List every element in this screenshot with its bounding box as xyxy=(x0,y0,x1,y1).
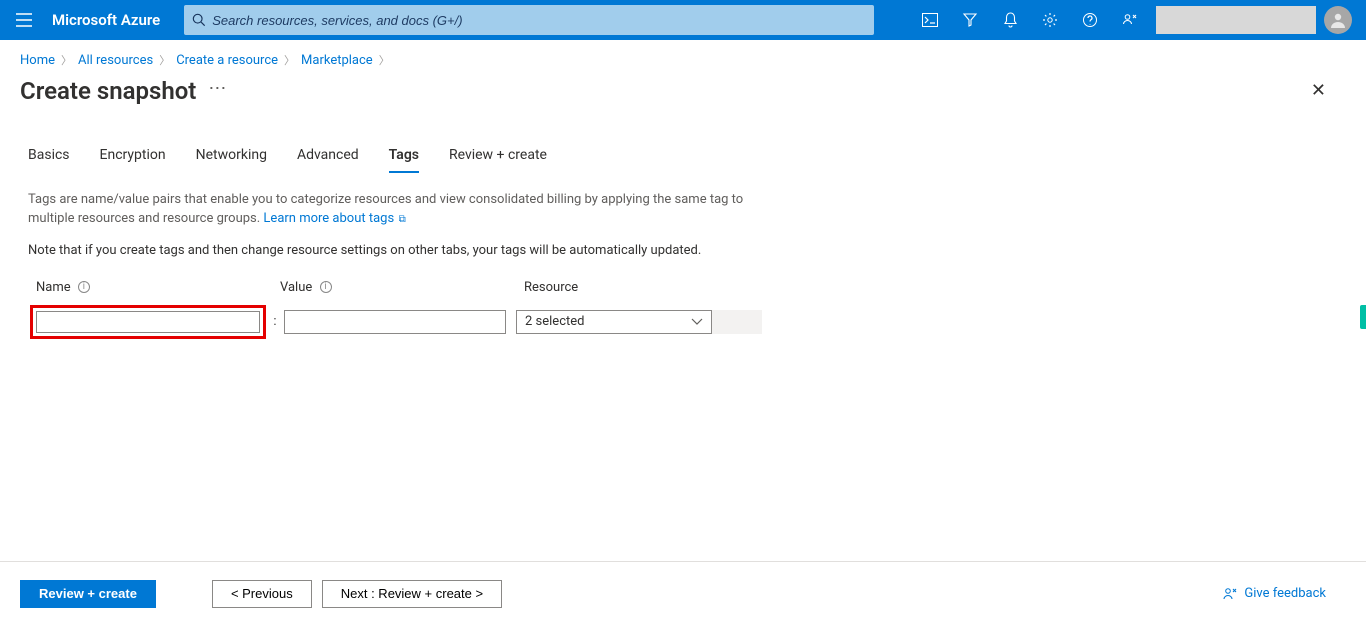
tab-basics[interactable]: Basics xyxy=(28,147,70,173)
learn-more-link[interactable]: Learn more about tags ⧉ xyxy=(263,211,405,226)
topbar: Microsoft Azure xyxy=(0,0,1366,40)
previous-button[interactable]: < Previous xyxy=(212,580,312,608)
global-search[interactable] xyxy=(184,5,874,35)
tag-separator: : xyxy=(266,314,284,329)
chevron-right-icon: 〉 xyxy=(379,52,390,68)
chevron-right-icon: 〉 xyxy=(284,52,295,68)
hamburger-menu-icon[interactable] xyxy=(8,4,40,36)
more-actions-icon[interactable]: ⋯ xyxy=(208,78,227,99)
search-input[interactable] xyxy=(206,13,866,28)
page-header: Create snapshot ⋯ ✕ xyxy=(0,74,1366,115)
breadcrumb-home[interactable]: Home xyxy=(20,53,55,68)
help-icon[interactable] xyxy=(1070,0,1110,40)
feedback-person-icon xyxy=(1222,586,1238,602)
external-link-icon: ⧉ xyxy=(396,214,406,225)
column-header-name: Name i xyxy=(28,280,280,295)
column-header-value: Value i xyxy=(280,280,514,295)
brand-label[interactable]: Microsoft Azure xyxy=(40,11,174,29)
give-feedback-label: Give feedback xyxy=(1244,586,1326,601)
breadcrumb: Home 〉 All resources 〉 Create a resource… xyxy=(0,40,1366,74)
tag-name-input[interactable] xyxy=(36,311,260,333)
breadcrumb-create-resource[interactable]: Create a resource xyxy=(176,53,278,68)
tag-row-trailing xyxy=(712,310,762,334)
breadcrumb-all-resources[interactable]: All resources xyxy=(78,53,153,68)
avatar[interactable] xyxy=(1324,6,1352,34)
cloud-shell-icon[interactable] xyxy=(910,0,950,40)
settings-icon[interactable] xyxy=(1030,0,1070,40)
tags-description: Tags are name/value pairs that enable yo… xyxy=(28,191,792,229)
tab-networking[interactable]: Networking xyxy=(196,147,267,173)
footer: Review + create < Previous Next : Review… xyxy=(0,561,1366,625)
tag-headers: Name i Value i Resource xyxy=(28,280,792,295)
chevron-down-icon xyxy=(691,318,703,326)
tab-tags[interactable]: Tags xyxy=(389,147,419,173)
tab-encryption[interactable]: Encryption xyxy=(100,147,166,173)
tab-content: Tags are name/value pairs that enable yo… xyxy=(0,173,820,357)
give-feedback-link[interactable]: Give feedback xyxy=(1222,586,1326,602)
breadcrumb-marketplace[interactable]: Marketplace xyxy=(301,53,373,68)
chevron-right-icon: 〉 xyxy=(159,52,170,68)
directories-filter-icon[interactable] xyxy=(950,0,990,40)
tags-note: Note that if you create tags and then ch… xyxy=(28,243,792,258)
side-tab-indicator[interactable] xyxy=(1360,305,1366,329)
search-icon xyxy=(192,13,206,27)
tag-name-highlight xyxy=(30,305,266,339)
close-icon[interactable]: ✕ xyxy=(1301,74,1336,107)
tag-resource-selected-label: 2 selected xyxy=(525,314,584,329)
tag-resource-select[interactable]: 2 selected xyxy=(516,310,712,334)
column-header-resource: Resource xyxy=(514,280,714,295)
info-icon[interactable]: i xyxy=(78,281,90,293)
notifications-icon[interactable] xyxy=(990,0,1030,40)
account-info-placeholder[interactable] xyxy=(1156,6,1316,34)
next-button[interactable]: Next : Review + create > xyxy=(322,580,502,608)
tag-value-input[interactable] xyxy=(284,310,506,334)
tag-row: : 2 selected xyxy=(28,305,792,339)
chevron-right-icon: 〉 xyxy=(61,52,72,68)
page-title: Create snapshot xyxy=(20,77,196,105)
info-icon[interactable]: i xyxy=(320,281,332,293)
feedback-icon[interactable] xyxy=(1110,0,1150,40)
tabs: Basics Encryption Networking Advanced Ta… xyxy=(0,115,1366,173)
tag-grid: Name i Value i Resource : 2 selected xyxy=(28,280,792,339)
tab-advanced[interactable]: Advanced xyxy=(297,147,359,173)
review-create-button[interactable]: Review + create xyxy=(20,580,156,608)
tab-review-create[interactable]: Review + create xyxy=(449,147,547,173)
topbar-actions xyxy=(910,0,1358,40)
